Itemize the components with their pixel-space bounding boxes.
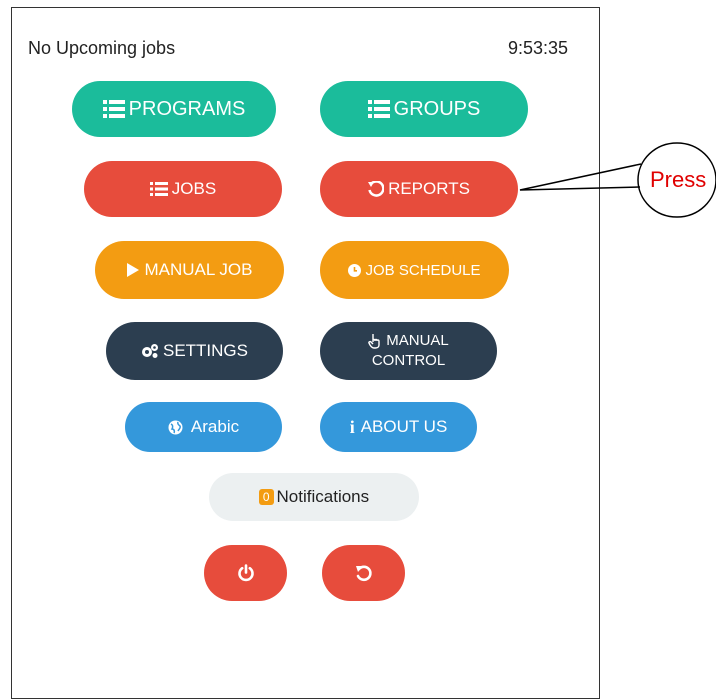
callout-pointer xyxy=(519,163,642,191)
press-callout xyxy=(519,142,716,218)
press-callout-label: Press xyxy=(650,167,707,192)
